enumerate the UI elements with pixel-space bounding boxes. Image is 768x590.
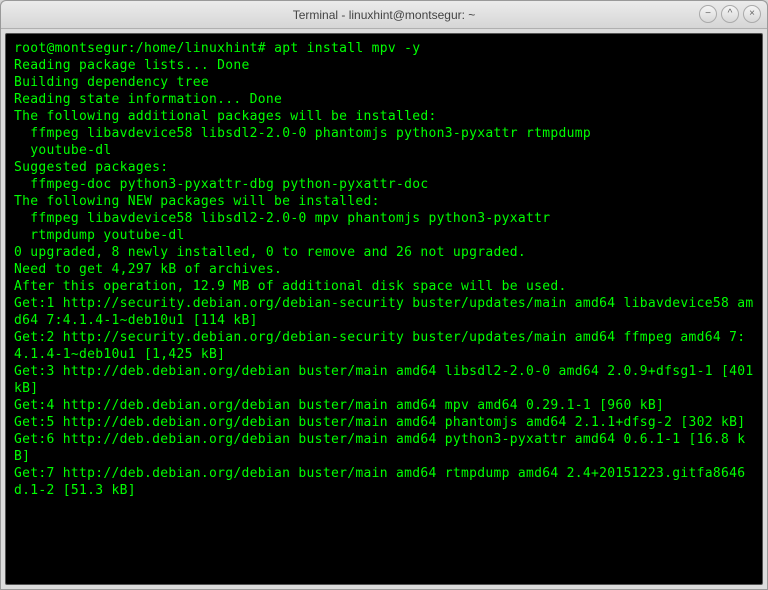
terminal-area[interactable]: root@montsegur:/home/linuxhint# apt inst… bbox=[5, 33, 763, 585]
close-icon: × bbox=[749, 9, 755, 19]
terminal-output: root@montsegur:/home/linuxhint# apt inst… bbox=[14, 40, 754, 499]
command-text: apt install mpv -y bbox=[274, 41, 420, 56]
minimize-button[interactable]: − bbox=[699, 5, 717, 23]
minimize-icon: − bbox=[705, 9, 711, 19]
maximize-button[interactable]: ^ bbox=[721, 5, 739, 23]
close-button[interactable]: × bbox=[743, 5, 761, 23]
titlebar[interactable]: Terminal - linuxhint@montsegur: ~ − ^ × bbox=[1, 1, 767, 29]
maximize-icon: ^ bbox=[728, 9, 733, 19]
terminal-window: Terminal - linuxhint@montsegur: ~ − ^ × … bbox=[0, 0, 768, 590]
window-controls: − ^ × bbox=[699, 5, 761, 23]
output-lines: Reading package lists... Done Building d… bbox=[14, 58, 762, 498]
prompt: root@montsegur:/home/linuxhint# bbox=[14, 41, 266, 56]
window-title: Terminal - linuxhint@montsegur: ~ bbox=[293, 8, 476, 22]
